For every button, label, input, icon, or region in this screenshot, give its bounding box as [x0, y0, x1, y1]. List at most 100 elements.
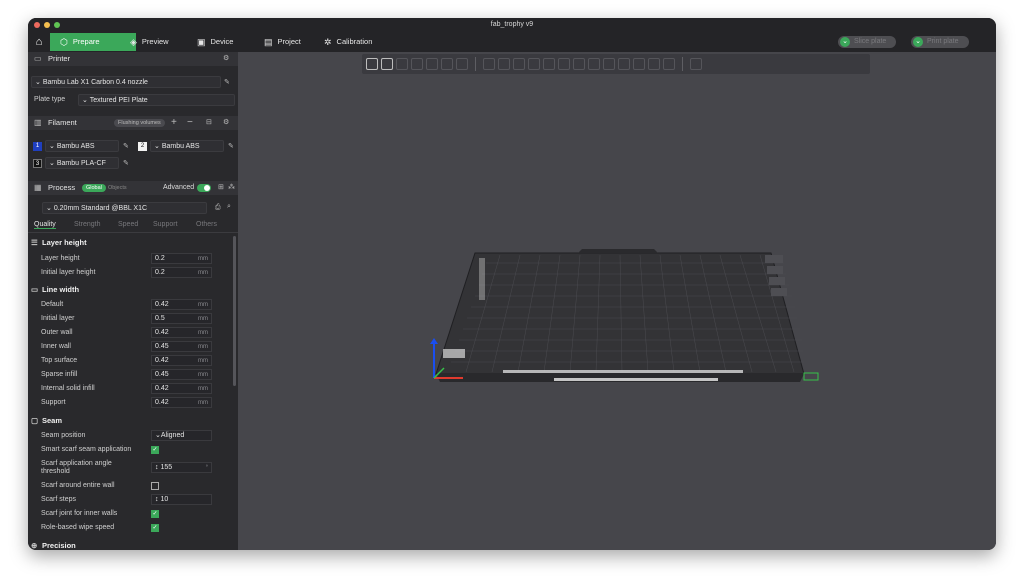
minimize-window-button[interactable]: [44, 22, 50, 28]
filament-icon: ▥: [34, 118, 42, 127]
line-width-support-value: 0.42: [155, 399, 169, 406]
line-width-internal-solid-infill-label: Internal solid infill: [41, 385, 95, 392]
plate-orient-icon[interactable]: [769, 277, 785, 285]
scarf-angle-label-line-2: threshold: [41, 468, 70, 475]
role-based-wipe-speed-checkbox[interactable]: ✓: [151, 524, 159, 532]
line-width-default-input[interactable]: 0.42 mm: [151, 299, 212, 310]
save-preset-icon[interactable]: ⎙: [215, 204, 221, 212]
layer-height-icon: ☰: [31, 238, 38, 247]
plate-number-badge[interactable]: [803, 372, 819, 381]
plate-type-select[interactable]: ⌄ Textured PEI Plate: [78, 94, 235, 106]
layer-height-input[interactable]: 0.2 mm: [151, 253, 212, 264]
print-plate-button[interactable]: ⌄ Print plate: [911, 36, 969, 48]
edit-printer-icon[interactable]: ✎: [224, 78, 230, 86]
process-icon: ▦: [34, 183, 42, 192]
slice-plate-label: Slice plate: [854, 38, 887, 45]
flushing-volumes-button[interactable]: Flushing volumes: [114, 119, 165, 127]
plate-tab: [578, 249, 658, 253]
printer-settings-gear-icon[interactable]: ⚙: [223, 52, 229, 66]
process-preset-select[interactable]: ⌄ 0.20mm Standard @BBL X1C: [42, 202, 207, 214]
line-width-group-title: ▭ Line width: [31, 285, 79, 294]
search-icon[interactable]: ⌕: [227, 203, 231, 211]
zoom-window-button[interactable]: [54, 22, 60, 28]
layer-height-value: 0.2: [155, 255, 165, 262]
tab-project[interactable]: ▤ Project: [254, 33, 311, 51]
filament-select[interactable]: ⌄ Bambu ABS: [150, 140, 224, 152]
line-width-top-surface-input[interactable]: 0.42 mm: [151, 355, 212, 366]
filament-select[interactable]: ⌄ Bambu PLA-CF: [45, 157, 119, 169]
filament-slot-number: 1: [33, 142, 42, 151]
line-width-internal-solid-infill-input[interactable]: 0.42 mm: [151, 383, 212, 394]
process-header: Process: [48, 183, 76, 192]
scarf-steps-input[interactable]: ↕ 10: [151, 494, 212, 505]
process-section-header: ▦ Process Global Objects Advanced ⊞ ⁂: [28, 181, 238, 195]
unit-label: mm: [198, 316, 208, 322]
close-window-button[interactable]: [34, 22, 40, 28]
tab-speed[interactable]: Speed: [118, 221, 138, 228]
line-width-default-label: Default: [41, 301, 64, 308]
initial-layer-height-value: 0.2: [155, 269, 165, 276]
remove-filament-button[interactable]: −: [187, 116, 193, 130]
tab-quality[interactable]: Quality: [34, 221, 56, 229]
tab-preview[interactable]: ◈ Preview: [120, 33, 179, 51]
dropdown-check-icon: ⌄: [913, 37, 923, 47]
line-width-initial-layer-input[interactable]: 0.5 mm: [151, 313, 212, 324]
add-filament-button[interactable]: +: [171, 116, 177, 130]
line-width-sparse-infill-input[interactable]: 0.45 mm: [151, 369, 212, 380]
line-width-outer-wall-label: Outer wall: [41, 329, 73, 336]
chevron-down-icon: ⌄: [46, 205, 52, 212]
scarf-around-wall-checkbox[interactable]: [151, 482, 159, 490]
edit-filament-icon[interactable]: ✎: [228, 142, 234, 150]
tab-project-label: Project: [277, 37, 301, 46]
advanced-switch[interactable]: [197, 184, 211, 192]
seam-position-select[interactable]: ⌄Aligned: [151, 430, 212, 441]
scarf-angle-input[interactable]: ↕ 155 °: [151, 462, 212, 473]
edit-filament-icon[interactable]: ✎: [123, 159, 129, 167]
chevron-down-icon: ⌄: [154, 143, 160, 150]
scarf-inner-walls-checkbox[interactable]: ✓: [151, 510, 159, 518]
initial-layer-height-input[interactable]: 0.2 mm: [151, 267, 212, 278]
printer-select[interactable]: ⌄ Bambu Lab X1 Carbon 0.4 nozzle: [31, 76, 221, 88]
chevron-down-icon: ⌄: [49, 143, 55, 150]
line-width-internal-solid-infill-value: 0.42: [155, 385, 169, 392]
tab-calibration[interactable]: ✲ Calibration: [314, 33, 382, 51]
tab-others[interactable]: Others: [196, 221, 217, 228]
filament-header: Filament: [48, 118, 77, 127]
edit-filament-icon[interactable]: ✎: [123, 142, 129, 150]
objects-toggle[interactable]: Objects: [108, 181, 127, 195]
layers-icon: ◈: [130, 37, 137, 47]
plate-side-text: [479, 258, 485, 300]
tab-device[interactable]: ▣ Device: [187, 33, 243, 51]
seam-icon: ▢: [31, 416, 39, 425]
seam-position-value: Aligned: [160, 432, 185, 439]
unit-label: mm: [198, 270, 208, 276]
initial-layer-height-label: Initial layer height: [41, 269, 96, 276]
grid-settings-icon[interactable]: ⁂: [228, 181, 235, 195]
global-toggle[interactable]: Global: [82, 184, 106, 192]
filament-select[interactable]: ⌄ Bambu ABS: [45, 140, 119, 152]
line-width-title: Line width: [42, 285, 80, 294]
home-icon[interactable]: ⌂: [32, 35, 46, 49]
plate-settings-icon[interactable]: [771, 288, 787, 296]
tab-support[interactable]: Support: [153, 221, 178, 228]
plate-arrange-icon[interactable]: [767, 266, 783, 274]
smart-scarf-checkbox[interactable]: ✓: [151, 446, 159, 454]
plate-lock-icon[interactable]: [765, 255, 783, 263]
line-width-outer-wall-input[interactable]: 0.42 mm: [151, 327, 212, 338]
sync-filament-icon[interactable]: ⊟: [206, 116, 212, 130]
filament-settings-gear-icon[interactable]: ⚙: [223, 116, 229, 130]
3d-viewport[interactable]: [238, 52, 996, 550]
tab-strength[interactable]: Strength: [74, 221, 100, 228]
compare-icon[interactable]: ⊞: [218, 181, 224, 195]
filament-slot-number: 3: [33, 159, 42, 168]
slice-plate-button[interactable]: ⌄ Slice plate: [838, 36, 897, 48]
sidebar-scrollbar[interactable]: [233, 236, 236, 386]
line-width-initial-layer-label: Initial layer: [41, 315, 75, 322]
chevron-down-icon: ⌄: [35, 79, 41, 86]
top-nav: ⌂ ⬡ Prepare ◈ Preview ▣ Device ▤ Project…: [28, 32, 996, 52]
filament-section-header: ▥ Filament Flushing volumes + − ⊟ ⚙: [28, 116, 238, 130]
line-width-support-input[interactable]: 0.42 mm: [151, 397, 212, 408]
line-width-sparse-infill-value: 0.45: [155, 371, 169, 378]
tab-calibration-label: Calibration: [336, 37, 373, 46]
line-width-inner-wall-input[interactable]: 0.45 mm: [151, 341, 212, 352]
